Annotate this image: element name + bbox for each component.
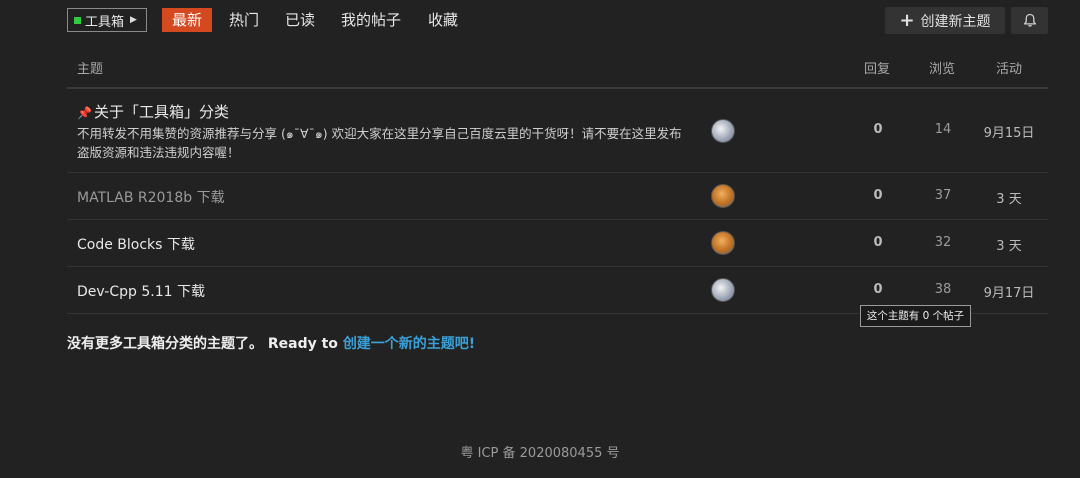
topic-excerpt: 不用转发不用集赞的资源推荐与分享 (๑¯∀¯๑) 欢迎大家在这里分享自己百度云里… <box>77 126 682 160</box>
replies-tooltip: 这个主题有 0 个帖子 <box>860 305 971 327</box>
bell-icon <box>1023 13 1036 27</box>
top-nav: 工具箱 ▶ 最新 热门 已读 我的帖子 收藏 + 创建新主题 <box>67 7 1048 35</box>
activity-time[interactable]: 9月17日 <box>979 282 1039 301</box>
activity-time[interactable]: 3 天 <box>979 188 1039 207</box>
table-row: MATLAB R2018b 下载 0 37 3 天 <box>67 173 1048 220</box>
topic-title: 关于「工具箱」分类 <box>93 103 229 121</box>
avatar[interactable] <box>711 278 735 302</box>
pin-icon: 📌 <box>77 106 92 120</box>
no-more-topics-text: 没有更多工具箱分类的主题了。 Ready to <box>67 336 343 352</box>
create-topic-label: 创建新主题 <box>920 13 991 30</box>
icp-license[interactable]: 粤 ICP 备 2020080455 号 <box>0 442 1080 461</box>
tab-read[interactable]: 已读 <box>285 8 315 32</box>
header-activity[interactable]: 活动 <box>996 58 1022 77</box>
view-count: 37 <box>934 188 952 203</box>
create-topic-link[interactable]: 创建一个新的主题吧! <box>343 336 475 352</box>
category-dropdown[interactable]: 工具箱 ▶ <box>67 8 147 32</box>
caret-right-icon: ▶ <box>130 15 137 25</box>
tab-bookmarks[interactable]: 收藏 <box>428 8 458 32</box>
header-replies[interactable]: 回复 <box>864 58 890 77</box>
tab-latest[interactable]: 最新 <box>162 8 213 32</box>
no-more-topics-message: 没有更多工具箱分类的主题了。 Ready to 创建一个新的主题吧! <box>67 333 475 353</box>
table-row: Code Blocks 下载 0 32 3 天 <box>67 220 1048 267</box>
plus-icon: + <box>899 9 915 31</box>
notifications-button[interactable] <box>1011 7 1048 34</box>
view-count: 38 <box>934 282 952 297</box>
topic-title-link[interactable]: Dev-Cpp 5.11 下载 <box>77 281 205 301</box>
reply-count: 0 <box>873 122 883 137</box>
topic-title-link[interactable]: Code Blocks 下载 <box>77 234 195 254</box>
table-header: 主题 回复 浏览 活动 <box>67 50 1048 89</box>
activity-time[interactable]: 9月15日 <box>979 122 1039 141</box>
tab-hot[interactable]: 热门 <box>229 8 259 32</box>
reply-count: 0 <box>873 188 883 203</box>
avatar[interactable] <box>711 184 735 208</box>
activity-time[interactable]: 3 天 <box>979 235 1039 254</box>
reply-count: 0 <box>873 282 883 297</box>
topic-title-link[interactable]: 📌 关于「工具箱」分类 <box>77 101 229 122</box>
category-color-swatch <box>74 16 81 24</box>
reply-count: 0 <box>873 235 883 250</box>
header-topic[interactable]: 主题 <box>77 58 103 77</box>
tab-my-posts[interactable]: 我的帖子 <box>341 8 401 32</box>
topic-list-page: 工具箱 ▶ 最新 热门 已读 我的帖子 收藏 + 创建新主题 主题 回复 浏览 … <box>0 0 1080 478</box>
create-topic-button[interactable]: + 创建新主题 <box>885 7 1005 34</box>
table-row: 📌 关于「工具箱」分类 不用转发不用集赞的资源推荐与分享 (๑¯∀¯๑) 欢迎大家… <box>67 89 1048 173</box>
topic-title-link[interactable]: MATLAB R2018b 下载 <box>77 187 225 207</box>
header-views[interactable]: 浏览 <box>929 58 955 77</box>
view-count: 32 <box>934 235 952 250</box>
avatar[interactable] <box>711 119 735 143</box>
view-count: 14 <box>934 122 952 137</box>
category-label: 工具箱 <box>85 14 125 30</box>
avatar[interactable] <box>711 231 735 255</box>
